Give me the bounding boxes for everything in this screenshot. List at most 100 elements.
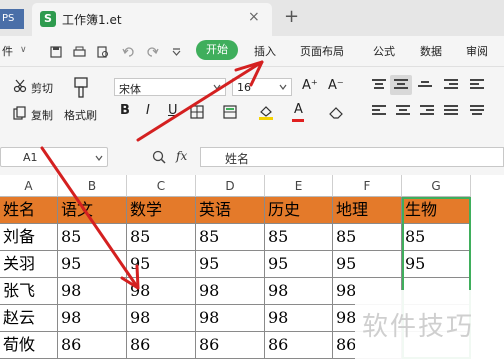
data-cell[interactable]: 刘备 (0, 224, 58, 251)
tab-insert[interactable]: 插入 (254, 43, 276, 59)
data-cell[interactable]: 85 (127, 224, 196, 251)
font-color-button[interactable]: A (294, 102, 303, 117)
data-cell[interactable]: 98 (127, 305, 196, 332)
column-header-c[interactable]: C (127, 175, 196, 197)
cut-button[interactable]: 剪切 (31, 80, 53, 96)
column-header-e[interactable]: E (265, 175, 333, 197)
underline-button[interactable]: U (168, 103, 178, 118)
data-cell[interactable]: 85 (196, 224, 265, 251)
borders-icon[interactable] (190, 105, 204, 119)
data-cell[interactable]: 98 (58, 278, 127, 305)
data-cell[interactable]: 85 (265, 224, 333, 251)
save-icon[interactable] (50, 46, 62, 58)
close-tab-icon[interactable]: × (248, 9, 260, 25)
tab-data[interactable]: 数据 (420, 43, 442, 59)
chevron-down-icon (279, 84, 287, 90)
document-tab[interactable]: S 工作簿1.et × (32, 3, 272, 36)
format-painter-icon[interactable] (72, 77, 90, 99)
copy-icon (13, 106, 26, 120)
column-header-b[interactable]: B (58, 175, 127, 197)
data-cell[interactable]: 98 (58, 305, 127, 332)
justify-icon[interactable] (444, 105, 458, 117)
column-header-d[interactable]: D (196, 175, 265, 197)
data-cell[interactable]: 95 (265, 251, 333, 278)
undo-icon[interactable] (122, 46, 135, 58)
data-cell[interactable]: 赵云 (0, 305, 58, 332)
data-cell[interactable]: 86 (196, 332, 265, 359)
align-middle-icon (394, 79, 408, 91)
align-right-icon[interactable] (420, 105, 434, 117)
menu-file[interactable]: 件 (2, 43, 13, 59)
data-cell[interactable]: 86 (265, 332, 333, 359)
grow-font-button[interactable]: A⁺ (302, 78, 318, 93)
shrink-font-button[interactable]: A⁻ (328, 78, 344, 93)
data-cell[interactable]: 85 (333, 224, 402, 251)
eraser-icon[interactable] (328, 105, 344, 119)
cell-reference: A1 (23, 151, 38, 164)
tab-strip: PS S 工作簿1.et × + (0, 0, 504, 36)
column-header-g[interactable]: G (402, 175, 471, 197)
data-cell[interactable]: 98 (196, 305, 265, 332)
data-cell[interactable]: 85 (58, 224, 127, 251)
tab-page-layout[interactable]: 页面布局 (300, 43, 344, 59)
new-tab-button[interactable]: + (284, 6, 299, 27)
fill-color-icon[interactable] (258, 104, 274, 120)
data-cell[interactable]: 86 (127, 332, 196, 359)
data-cell[interactable]: 95 (127, 251, 196, 278)
tab-review[interactable]: 审阅 (466, 43, 488, 59)
data-cell[interactable]: 86 (58, 332, 127, 359)
data-cell[interactable]: 关羽 (0, 251, 58, 278)
align-top-icon[interactable] (372, 79, 386, 91)
header-cell[interactable]: 语文 (58, 197, 127, 224)
app-tab[interactable]: PS (0, 9, 24, 29)
copy-button[interactable]: 复制 (31, 107, 53, 123)
merge-cells-icon[interactable] (223, 105, 237, 119)
format-painter-button[interactable]: 格式刷 (64, 107, 97, 123)
watermark: 软件技巧 (355, 290, 504, 364)
formula-input[interactable]: 姓名 (200, 147, 504, 167)
font-size-value: 16 (237, 81, 251, 94)
data-cell[interactable]: 95 (196, 251, 265, 278)
data-cell[interactable]: 95 (333, 251, 402, 278)
font-name-value: 宋体 (119, 83, 141, 96)
increase-indent-icon[interactable] (470, 79, 484, 91)
function-icon[interactable]: fx (176, 149, 187, 163)
data-cell[interactable]: 张飞 (0, 278, 58, 305)
align-center-icon[interactable] (396, 105, 410, 117)
data-cell[interactable]: 98 (196, 278, 265, 305)
cell-reference-box[interactable]: A1 (0, 147, 108, 167)
bold-button[interactable]: B (120, 103, 130, 118)
data-cell[interactable]: 98 (265, 278, 333, 305)
distributed-align-icon[interactable] (470, 105, 484, 117)
data-cell[interactable]: 荀攸 (0, 332, 58, 359)
decrease-indent-icon[interactable] (444, 79, 458, 91)
align-left-icon[interactable] (372, 105, 386, 117)
tab-start[interactable]: 开始 (196, 40, 238, 60)
font-size-select[interactable]: 16 (232, 78, 292, 96)
chevron-down-icon (95, 155, 103, 161)
header-cell[interactable]: 历史 (265, 197, 333, 224)
column-header-a[interactable]: A (0, 175, 58, 197)
font-name-select[interactable]: 宋体 (114, 78, 226, 96)
file-dropdown-icon[interactable]: ∨ (20, 45, 27, 55)
align-bottom-icon[interactable] (418, 81, 432, 93)
print-preview-icon[interactable] (97, 46, 109, 58)
header-cell[interactable]: 姓名 (0, 197, 58, 224)
data-cell[interactable]: 98 (127, 278, 196, 305)
column-header-f[interactable]: F (333, 175, 402, 197)
zoom-icon[interactable] (152, 150, 166, 164)
italic-button[interactable]: I (146, 103, 150, 118)
data-cell[interactable]: 98 (265, 305, 333, 332)
header-cell[interactable]: 数学 (127, 197, 196, 224)
chevron-down-icon (213, 84, 221, 90)
tab-formulas[interactable]: 公式 (373, 43, 395, 59)
formula-value: 姓名 (225, 152, 250, 166)
menu-bar: 件 ∨ 开始 插入 页面布局 公式 数据 审阅 (0, 36, 504, 67)
print-icon[interactable] (73, 46, 86, 58)
customize-quick-access-icon[interactable] (172, 48, 181, 56)
redo-icon[interactable] (146, 46, 159, 58)
header-cell[interactable]: 英语 (196, 197, 265, 224)
document-title: 工作簿1.et (62, 13, 122, 27)
data-cell[interactable]: 95 (58, 251, 127, 278)
header-cell[interactable]: 地理 (333, 197, 402, 224)
